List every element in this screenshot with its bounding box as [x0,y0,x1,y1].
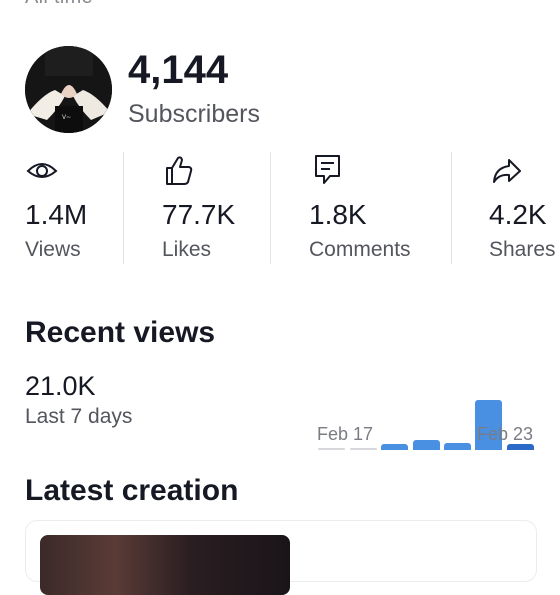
recent-views-value: 21.0K [25,371,96,401]
profile-summary: V~ 4,144 Subscribers [25,46,260,133]
latest-creation-card[interactable] [25,520,537,595]
comments-label: Comments [309,238,411,261]
stats-row: 1.4M Views 77.7K Likes 1.8K Comments 4.2… [0,152,560,266]
shares-label: Shares [489,238,556,261]
chart-x-label-end: Feb 23 [477,424,534,444]
chart-bar [412,440,440,450]
stat-divider [123,152,124,264]
views-value: 1.4M [25,199,88,230]
chart-x-label-start: Feb 17 [317,424,374,444]
stat-divider [270,152,271,264]
comments-value: 1.8K [309,199,367,230]
svg-text:V~: V~ [62,114,71,121]
stat-divider [451,152,452,264]
chart-bar [318,448,346,450]
recent-views-period: Last 7 days [25,405,133,428]
avatar-image: V~ [25,46,112,133]
latest-creation-title: Latest creation [25,474,239,507]
shares-value: 4.2K [489,199,547,230]
subscribers-count: 4,144 [128,48,229,92]
likes-label: Likes [162,238,212,261]
subscribers-label: Subscribers [128,100,260,128]
chart-bar [381,444,409,450]
recent-views-title: Recent views [25,316,216,349]
stat-comments[interactable]: 1.8K Comments [309,152,411,266]
chart-bar [349,448,377,450]
eye-icon [26,163,58,178]
period-label: All time [25,0,93,9]
views-label: Views [25,238,81,261]
stat-shares[interactable]: 4.2K Shares [489,152,556,266]
stat-views[interactable]: 1.4M Views [25,152,87,266]
thumbs-up-icon [166,156,193,185]
comment-icon [315,155,340,184]
share-icon [493,159,521,183]
avatar[interactable]: V~ [25,46,112,133]
stat-likes[interactable]: 77.7K Likes [162,152,235,266]
chart-bar [443,443,471,450]
likes-value: 77.7K [162,199,236,230]
video-thumbnail[interactable] [40,535,290,595]
